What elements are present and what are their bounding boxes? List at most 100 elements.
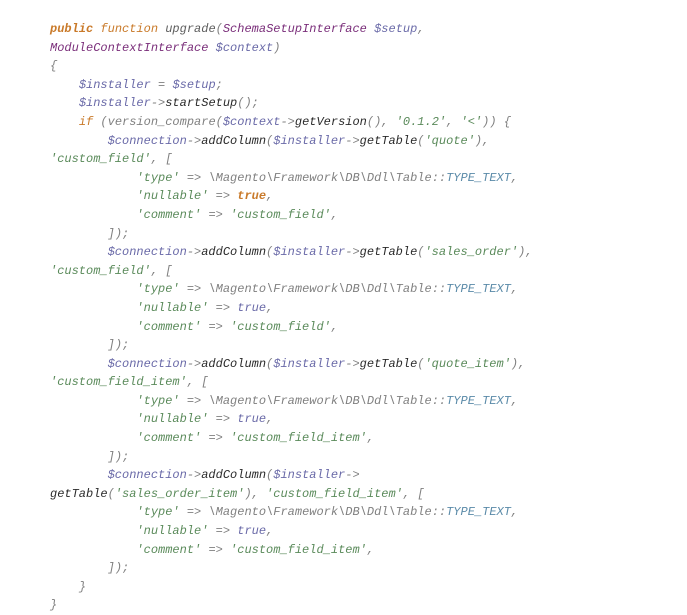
semicolon: ; <box>216 78 223 92</box>
comma: , <box>381 115 388 129</box>
function-name: upgrade <box>165 22 215 36</box>
bracket-open: [ <box>417 487 424 501</box>
string-lt: '<' <box>461 115 483 129</box>
comma: , <box>525 245 532 259</box>
var-installer: $installer <box>273 357 345 371</box>
method-version-compare: version_compare <box>108 115 216 129</box>
const-type-text: TYPE_TEXT <box>446 394 511 408</box>
comma: , <box>367 543 374 557</box>
paren-close: ) <box>273 41 280 55</box>
paren-close: ) <box>489 115 496 129</box>
comma: , <box>511 282 518 296</box>
method-getTable: getTable <box>360 134 418 148</box>
string-type: 'type' <box>136 171 179 185</box>
string-type: 'type' <box>136 505 179 519</box>
string-custom-field: 'custom_field' <box>50 152 151 166</box>
string-custom-field-item: 'custom_field_item' <box>230 431 367 445</box>
bracket-close: ] <box>108 450 115 464</box>
var-installer: $installer <box>79 78 151 92</box>
paren-close: ) <box>115 338 122 352</box>
paren-open: ( <box>367 115 374 129</box>
string-custom-field: 'custom_field' <box>50 264 151 278</box>
fat-arrow: => <box>216 524 230 538</box>
brace-open: { <box>504 115 511 129</box>
comma: , <box>266 412 273 426</box>
comma: , <box>252 487 259 501</box>
semicolon: ; <box>122 338 129 352</box>
code-block: public function upgrade(SchemaSetupInter… <box>0 0 687 615</box>
arrow: -> <box>345 357 359 371</box>
method-getVersion: getVersion <box>295 115 367 129</box>
fat-arrow: => <box>216 189 230 203</box>
comma: , <box>331 320 338 334</box>
param-var-1: $setup <box>374 22 417 36</box>
method-getTable: getTable <box>360 357 418 371</box>
keyword-if: if <box>79 115 93 129</box>
brace-close: } <box>50 598 57 612</box>
method-addColumn: addColumn <box>201 468 266 482</box>
method-getTable: getTable <box>360 245 418 259</box>
fat-arrow: => <box>187 394 201 408</box>
const-type-text: TYPE_TEXT <box>446 282 511 296</box>
bracket-open: [ <box>165 152 172 166</box>
string-nullable: 'nullable' <box>136 524 208 538</box>
fat-arrow: => <box>216 412 230 426</box>
var-context: $context <box>223 115 281 129</box>
comma: , <box>266 301 273 315</box>
param-type-1: SchemaSetupInterface <box>223 22 367 36</box>
string-sales-order-item: 'sales_order_item' <box>115 487 245 501</box>
fat-arrow: => <box>208 320 222 334</box>
string-type: 'type' <box>136 282 179 296</box>
fat-arrow: => <box>208 543 222 557</box>
literal-true: true <box>237 524 266 538</box>
brace-close: } <box>79 580 86 594</box>
comma: , <box>511 505 518 519</box>
var-installer: $installer <box>79 96 151 110</box>
string-comment: 'comment' <box>136 320 201 334</box>
var-installer: $installer <box>273 134 345 148</box>
string-comment: 'comment' <box>136 543 201 557</box>
string-sales-order: 'sales_order' <box>424 245 518 259</box>
method-addColumn: addColumn <box>201 245 266 259</box>
arrow: -> <box>280 115 294 129</box>
arrow: -> <box>187 245 201 259</box>
bracket-close: ] <box>108 561 115 575</box>
comma: , <box>511 171 518 185</box>
bracket-close: ] <box>108 227 115 241</box>
var-setup: $setup <box>172 78 215 92</box>
param-var-2: $context <box>216 41 274 55</box>
comma: , <box>266 189 273 203</box>
paren-open: ( <box>100 115 107 129</box>
bracket-close: ] <box>108 338 115 352</box>
scope-op: :: <box>432 282 446 296</box>
const-type-text: TYPE_TEXT <box>446 505 511 519</box>
paren-close: ) <box>115 561 122 575</box>
paren-open: ( <box>216 22 223 36</box>
comma: , <box>151 152 158 166</box>
literal-true: true <box>237 412 266 426</box>
comma: , <box>417 22 424 36</box>
scope-op: :: <box>432 171 446 185</box>
semicolon: ; <box>122 561 129 575</box>
paren-close: ) <box>244 487 251 501</box>
string-custom-field: 'custom_field' <box>230 320 331 334</box>
method-startSetup: startSetup <box>165 96 237 110</box>
comma: , <box>511 394 518 408</box>
fat-arrow: => <box>216 301 230 315</box>
fat-arrow: => <box>208 431 222 445</box>
literal-true: true <box>237 301 266 315</box>
paren-open: ( <box>108 487 115 501</box>
fat-arrow: => <box>208 208 222 222</box>
method-addColumn: addColumn <box>201 357 266 371</box>
string-type: 'type' <box>136 394 179 408</box>
arrow: -> <box>151 96 165 110</box>
scope-op: :: <box>432 505 446 519</box>
comma: , <box>151 264 158 278</box>
comma: , <box>331 208 338 222</box>
string-comment: 'comment' <box>136 431 201 445</box>
scope-op: :: <box>432 394 446 408</box>
comma: , <box>482 134 489 148</box>
bracket-open: [ <box>165 264 172 278</box>
comma: , <box>446 115 453 129</box>
string-custom-field: 'custom_field' <box>230 208 331 222</box>
